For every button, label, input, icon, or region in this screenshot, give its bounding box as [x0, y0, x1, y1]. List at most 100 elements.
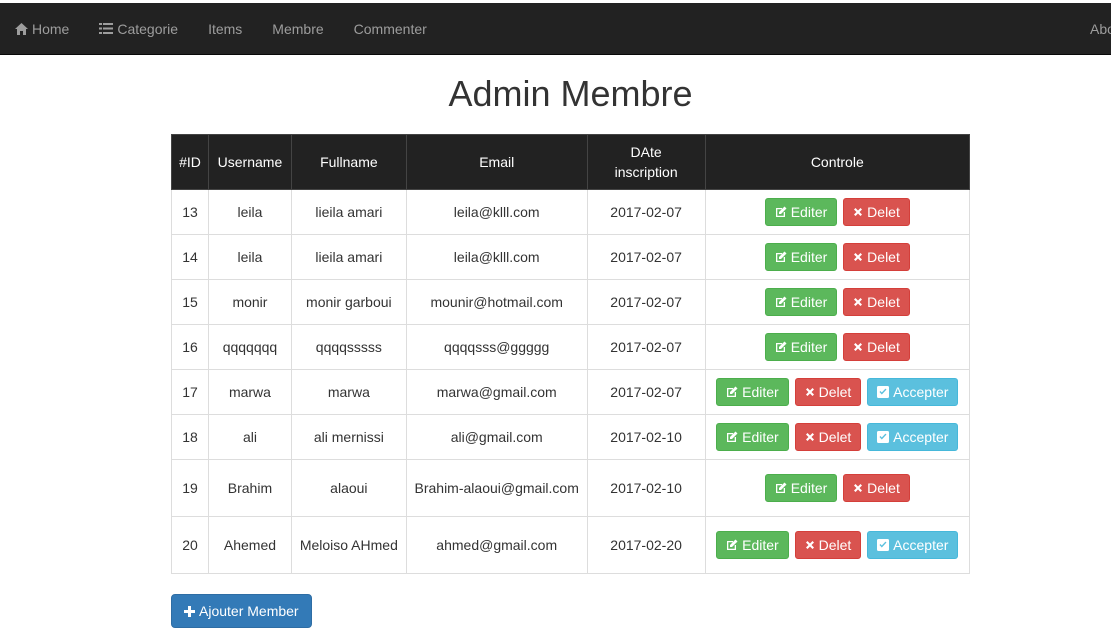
- cell-id: 14: [171, 234, 209, 280]
- edit-button[interactable]: Editer: [764, 333, 838, 361]
- members-table: #ID Username Fullname Email DAte inscrip…: [171, 134, 971, 574]
- cell-fullname: lieila amari: [290, 234, 407, 280]
- accept-button[interactable]: Accepter: [867, 423, 959, 451]
- page-title: Admin Membre: [448, 73, 693, 114]
- cell-date: 2017-02-07: [586, 369, 706, 415]
- edit-button[interactable]: Editer: [764, 243, 838, 271]
- edit-icon: [775, 206, 787, 217]
- add-member-button[interactable]: Ajouter Member: [171, 594, 312, 628]
- nav-commenter-label: Commenter: [353, 20, 427, 37]
- accept-button-label: Accepter: [893, 537, 949, 553]
- header-email: Email: [405, 134, 588, 190]
- cell-username: qqqqqqq: [207, 324, 292, 370]
- cell-id: 17: [171, 369, 209, 415]
- delete-button-label: Delet: [867, 339, 900, 355]
- plus-icon: [184, 605, 195, 617]
- delete-button[interactable]: Delet: [843, 243, 910, 271]
- delete-button-label: Delet: [818, 537, 852, 553]
- cell-email: marwa@gmail.com: [405, 369, 588, 415]
- nav-categorie-label: Categorie: [117, 20, 179, 37]
- close-icon: [854, 343, 863, 351]
- cell-id: 18: [171, 414, 209, 460]
- edit-button-label: Editer: [790, 249, 828, 265]
- edit-icon: [775, 296, 787, 307]
- edit-button-label: Editer: [742, 537, 779, 553]
- delete-button[interactable]: Delet: [843, 333, 910, 361]
- cell-email: leila@klll.com: [405, 189, 588, 235]
- cell-controle: Editer Delet: [704, 189, 971, 235]
- cell-username: marwa: [207, 369, 292, 415]
- cell-id: 16: [171, 324, 209, 370]
- cell-id: 15: [171, 279, 209, 325]
- cell-date: 2017-02-07: [586, 324, 706, 370]
- edit-button[interactable]: Editer: [764, 198, 838, 226]
- cell-email: mounir@hotmail.com: [405, 279, 588, 325]
- cell-controle: Editer Delet Accepter: [704, 516, 971, 574]
- delete-button-label: Delet: [818, 384, 852, 400]
- delete-button-label: Delet: [867, 294, 900, 310]
- cell-date: 2017-02-10: [586, 414, 706, 460]
- accept-button[interactable]: Accepter: [867, 531, 959, 559]
- delete-button[interactable]: Delet: [794, 378, 862, 406]
- nav-categorie[interactable]: Categorie: [84, 3, 193, 55]
- accept-button-label: Accepter: [893, 429, 949, 445]
- delete-button[interactable]: Delet: [843, 198, 910, 226]
- nav-right-dropdown[interactable]: Abo: [1075, 3, 1111, 55]
- cell-date: 2017-02-07: [586, 279, 706, 325]
- top-navbar: Home Categorie Items Membre Commenter Ab…: [0, 3, 1111, 55]
- nav-home-label: Home: [32, 20, 70, 37]
- header-username: Username: [207, 134, 292, 190]
- edit-button[interactable]: Editer: [716, 423, 789, 451]
- delete-button[interactable]: Delet: [843, 474, 910, 502]
- edit-button[interactable]: Editer: [716, 531, 789, 559]
- cell-username: Brahim: [207, 459, 292, 517]
- nav-membre[interactable]: Membre: [257, 3, 338, 55]
- edit-button-label: Editer: [790, 294, 828, 310]
- edit-button-label: Editer: [742, 429, 779, 445]
- edit-button[interactable]: Editer: [764, 474, 838, 502]
- edit-button[interactable]: Editer: [716, 378, 789, 406]
- add-member-label: Ajouter Member: [199, 603, 299, 619]
- delete-button-label: Delet: [867, 480, 900, 496]
- table-row: 15 monir monir garboui mounir@hotmail.com 20…: [171, 279, 971, 325]
- nav-commenter[interactable]: Commenter: [339, 3, 442, 55]
- cell-fullname: qqqqsssss: [290, 324, 407, 370]
- cell-fullname: monir garboui: [290, 279, 407, 325]
- edit-icon: [727, 539, 738, 550]
- cell-controle: Editer Delet: [704, 459, 971, 517]
- cell-username: monir: [207, 279, 292, 325]
- nav-home[interactable]: Home: [0, 3, 84, 55]
- nav-items[interactable]: Items: [193, 3, 257, 55]
- delete-button[interactable]: Delet: [843, 288, 910, 316]
- edit-button[interactable]: Editer: [764, 288, 838, 316]
- cell-fullname: lieila amari: [290, 189, 407, 235]
- cell-controle: Editer Delet: [704, 279, 971, 325]
- cell-date: 2017-02-07: [586, 234, 706, 280]
- list-icon: [99, 23, 114, 34]
- delete-button[interactable]: Delet: [794, 531, 862, 559]
- nav-membre-label: Membre: [272, 20, 324, 37]
- cell-id: 19: [171, 459, 209, 517]
- table-row: 16 qqqqqqq qqqqsssss qqqqsss@ggggg 2017-02-0…: [171, 324, 971, 370]
- cell-date: 2017-02-10: [586, 459, 706, 517]
- cell-id: 20: [171, 516, 209, 574]
- edit-icon: [727, 386, 738, 397]
- delete-button-label: Delet: [818, 429, 852, 445]
- cell-username: Ahemed: [207, 516, 292, 574]
- nav-right-label: Abo: [1090, 21, 1111, 37]
- table-row: 17 marwa marwa marwa@gmail.com 2017-02-07 Edi…: [171, 369, 971, 415]
- edit-icon: [775, 341, 787, 352]
- edit-button-label: Editer: [742, 384, 779, 400]
- cell-controle: Editer Delet Accepter: [704, 414, 971, 460]
- close-icon: [854, 208, 863, 216]
- table-header-row: #ID Username Fullname Email DAte inscrip…: [171, 134, 971, 190]
- edit-button-label: Editer: [790, 339, 828, 355]
- cell-username: leila: [207, 234, 292, 280]
- edit-icon: [775, 482, 787, 493]
- header-date: DAte inscription: [586, 134, 706, 190]
- accept-button[interactable]: Accepter: [867, 378, 959, 406]
- cell-username: leila: [207, 189, 292, 235]
- delete-button[interactable]: Delet: [794, 423, 862, 451]
- edit-button-label: Editer: [790, 204, 828, 220]
- nav-items-label: Items: [208, 20, 243, 37]
